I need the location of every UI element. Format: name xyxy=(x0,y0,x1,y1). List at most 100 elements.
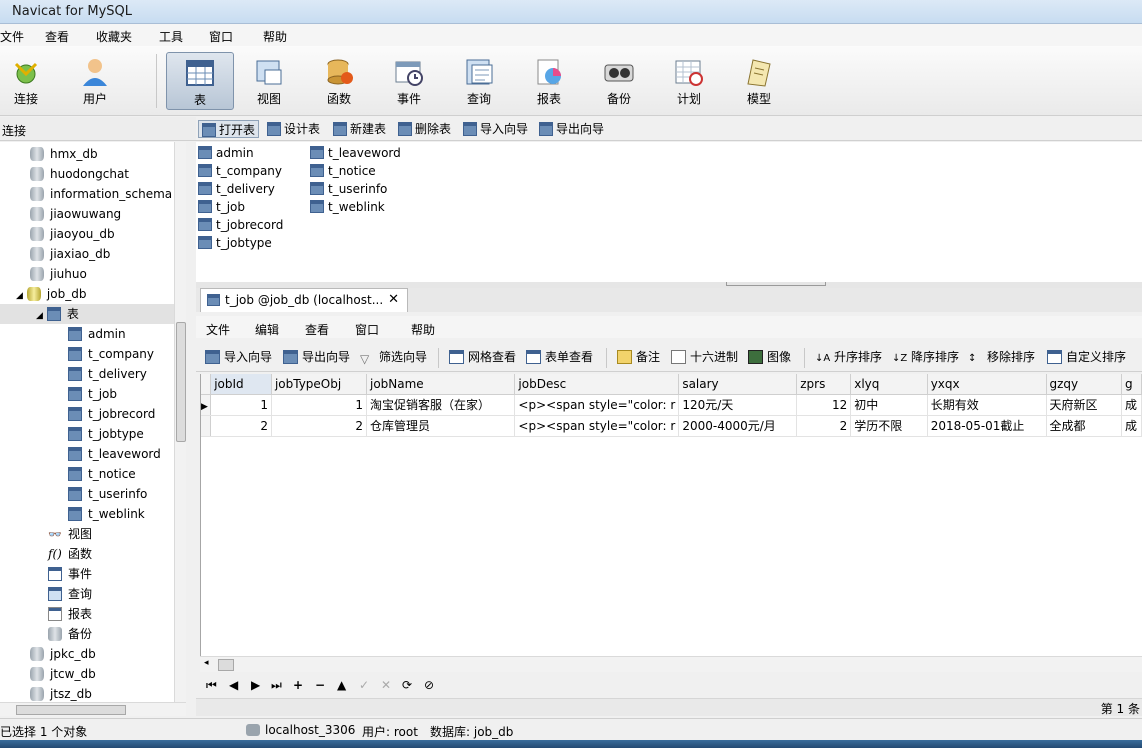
tree-db-jtcw_db[interactable]: jtcw_db xyxy=(30,664,96,684)
column-header[interactable]: jobName xyxy=(366,374,516,395)
inner-menu-help[interactable]: 帮助 xyxy=(411,321,435,338)
stop-icon[interactable]: ⊘ xyxy=(424,678,434,692)
memo-button[interactable]: 备注 xyxy=(616,348,660,366)
tree-db-job_db[interactable]: ◢ job_db xyxy=(16,284,86,304)
collapse-arrow-icon[interactable]: ◢ xyxy=(16,291,23,301)
sort-descending-button[interactable]: ↓Z 降序排序 xyxy=(891,348,959,366)
tree-db-jtsz_db[interactable]: jtsz_db xyxy=(30,684,92,702)
menu-help[interactable]: 帮助 xyxy=(263,28,287,45)
menu-view[interactable]: 查看 xyxy=(45,28,69,45)
object-table-t_leaveword[interactable]: t_leaveword xyxy=(310,144,401,162)
tree-views-folder[interactable]: 👓 视图 xyxy=(48,524,92,544)
tree-table-t_userinfo[interactable]: t_userinfo xyxy=(68,484,147,504)
tree-functions-folder[interactable]: f() 函数 xyxy=(48,544,92,564)
tree-db-jiaowuwang[interactable]: jiaowuwang xyxy=(30,204,121,224)
tree-db-information_schema[interactable]: information_schema xyxy=(30,184,172,204)
tab-t_job[interactable]: t_job @job_db (localhost... ✕ xyxy=(200,288,408,312)
table-cell[interactable]: 12 xyxy=(796,394,852,416)
import-wizard-button[interactable]: 导入向导 xyxy=(204,348,272,366)
delete-record-icon[interactable]: − xyxy=(315,678,325,692)
custom-sort-button[interactable]: 自定义排序 xyxy=(1046,348,1126,366)
object-table-t_jobtype[interactable]: t_jobtype xyxy=(198,234,272,252)
discard-changes-icon[interactable]: ✕ xyxy=(381,678,391,692)
first-record-icon[interactable]: ⏮ xyxy=(206,678,217,693)
remove-sort-button[interactable]: ↕ 移除排序 xyxy=(967,348,1035,366)
new-table-button[interactable]: 新建表 xyxy=(330,120,389,138)
table-cell[interactable]: 学历不限 xyxy=(850,415,928,437)
scroll-left-icon[interactable]: ◂ xyxy=(204,658,209,668)
table-cell[interactable]: 1 xyxy=(271,394,367,416)
tree-table-t_delivery[interactable]: t_delivery xyxy=(68,364,147,384)
function-button[interactable]: 函数 xyxy=(306,52,372,110)
tree-db-jpkc_db[interactable]: jpkc_db xyxy=(30,644,96,664)
tree-db-huodongchat[interactable]: huodongchat xyxy=(30,164,129,184)
apply-changes-icon[interactable]: ✓ xyxy=(359,678,369,692)
tree-tables-folder[interactable]: ◢ 表 xyxy=(36,304,79,324)
tree-events-folder[interactable]: 事件 xyxy=(48,564,92,584)
hex-button[interactable]: 十六进制 xyxy=(670,348,738,366)
tree-table-t_notice[interactable]: t_notice xyxy=(68,464,136,484)
table-cell[interactable]: 成 xyxy=(1121,394,1142,416)
menu-window[interactable]: 窗口 xyxy=(209,28,233,45)
refresh-icon[interactable]: ⟳ xyxy=(402,678,412,692)
query-button[interactable]: 查询 xyxy=(446,52,512,110)
table-cell[interactable]: <p><span style="color: r xyxy=(514,415,680,437)
object-table-t_userinfo[interactable]: t_userinfo xyxy=(310,180,387,198)
schedule-button[interactable]: 计划 xyxy=(656,52,722,110)
column-header[interactable]: xlyq xyxy=(850,374,928,395)
object-table-t_delivery[interactable]: t_delivery xyxy=(198,180,275,198)
table-row[interactable]: 2 2 仓库管理员 <p><span style="color: r 2000-… xyxy=(201,415,1142,437)
form-view-button[interactable]: 表单查看 xyxy=(525,348,593,366)
tree-table-t_leaveword[interactable]: t_leaveword xyxy=(68,444,161,464)
table-cell[interactable]: 2 xyxy=(271,415,367,437)
grid-horizontal-scrollbar[interactable]: ◂ xyxy=(200,656,1142,672)
column-header[interactable]: salary xyxy=(678,374,798,395)
column-header[interactable]: zprs xyxy=(796,374,852,395)
tree-backups-folder[interactable]: 备份 xyxy=(48,624,92,644)
tree-horizontal-scrollbar[interactable] xyxy=(0,702,186,716)
column-header[interactable]: g xyxy=(1121,374,1142,395)
table-cell[interactable]: 天府新区 xyxy=(1046,394,1123,416)
design-table-button[interactable]: 设计表 xyxy=(264,120,323,138)
inner-menu-view[interactable]: 查看 xyxy=(305,321,329,338)
table-cell[interactable]: 2018-05-01截止 xyxy=(927,415,1047,437)
report-button[interactable]: 报表 xyxy=(516,52,582,110)
column-header[interactable]: yxqx xyxy=(927,374,1047,395)
previous-record-icon[interactable]: ◀ xyxy=(229,678,238,692)
tree-table-admin[interactable]: admin xyxy=(68,324,126,344)
table-cell[interactable]: 成 xyxy=(1121,415,1142,437)
tree-table-t_jobrecord[interactable]: t_jobrecord xyxy=(68,404,155,424)
export-wizard-button[interactable]: 导出向导 xyxy=(282,348,350,366)
menu-favorites[interactable]: 收藏夹 xyxy=(96,28,132,45)
column-header[interactable]: jobId xyxy=(210,374,272,395)
splitter-grip[interactable] xyxy=(726,282,826,286)
tree-reports-folder[interactable]: 报表 xyxy=(48,604,92,624)
column-header[interactable]: gzqy xyxy=(1046,374,1123,395)
inner-menu-file[interactable]: 文件 xyxy=(206,321,230,338)
table-cell[interactable]: 1 xyxy=(210,394,272,416)
tree-db-jiaoyou_db[interactable]: jiaoyou_db xyxy=(30,224,115,244)
import-wizard-button[interactable]: 导入向导 xyxy=(460,120,531,138)
object-table-t_company[interactable]: t_company xyxy=(198,162,282,180)
export-wizard-button[interactable]: 导出向导 xyxy=(536,120,607,138)
open-table-button[interactable]: 打开表 xyxy=(198,120,260,138)
object-table-admin[interactable]: admin xyxy=(198,144,254,162)
table-cell[interactable]: 长期有效 xyxy=(927,394,1047,416)
event-button[interactable]: 事件 xyxy=(376,52,442,110)
table-cell[interactable]: 全成都 xyxy=(1046,415,1123,437)
table-cell[interactable]: 初中 xyxy=(850,394,928,416)
table-cell[interactable]: 仓库管理员 xyxy=(366,415,516,437)
tree-db-hmx_db[interactable]: hmx_db xyxy=(30,144,98,164)
table-cell[interactable]: 2 xyxy=(210,415,272,437)
collapse-arrow-icon[interactable]: ◢ xyxy=(36,311,43,321)
column-header[interactable]: jobDesc xyxy=(514,374,680,395)
menu-tools[interactable]: 工具 xyxy=(159,28,183,45)
tree-table-t_weblink[interactable]: t_weblink xyxy=(68,504,145,524)
close-icon[interactable]: ✕ xyxy=(388,292,399,307)
table-cell[interactable]: <p><span style="color: r xyxy=(514,394,680,416)
tree-table-t_jobtype[interactable]: t_jobtype xyxy=(68,424,144,444)
table-cell[interactable]: 2000-4000元/月 xyxy=(678,415,798,437)
data-grid[interactable]: jobId jobTypeObj jobName jobDesc salary … xyxy=(200,374,1142,656)
table-row[interactable]: 1 1 淘宝促销客服（在家） <p><span style="color: r … xyxy=(201,394,1142,416)
tree-db-jiuhuo[interactable]: jiuhuo xyxy=(30,264,87,284)
